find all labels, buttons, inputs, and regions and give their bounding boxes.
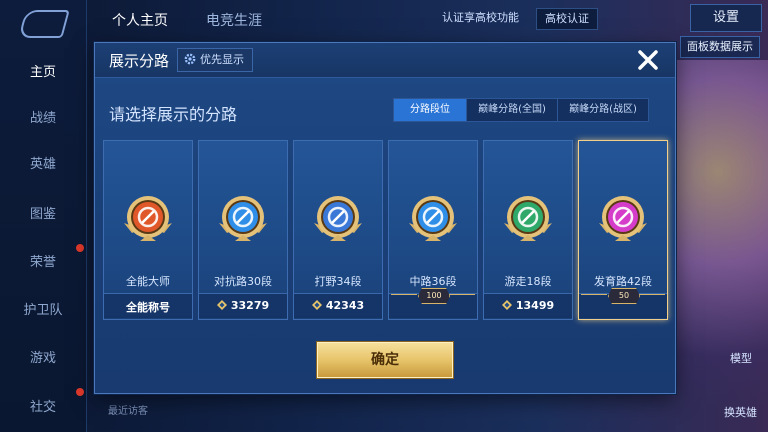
lane-card-footer: 42343 — [294, 293, 382, 318]
lane-card-footer: 100 — [389, 288, 477, 318]
clash-lane-emblem-icon — [219, 196, 267, 241]
lane-card-value: 33279 — [199, 299, 287, 312]
lane-card-footer: 33279 — [199, 293, 287, 318]
power-points-icon — [311, 300, 322, 310]
power-points-icon — [501, 300, 512, 310]
panel-data-button[interactable]: 面板数据展示 — [680, 36, 760, 58]
lane-card[interactable]: 全能大师 全能称号 — [103, 140, 193, 320]
model-label[interactable]: 模型 — [730, 350, 752, 366]
lane-card-name: 发育路42段 — [594, 275, 652, 288]
verify-text[interactable]: 认证享高校功能 — [434, 8, 527, 28]
sidebar-item-games[interactable]: 游戏 — [0, 344, 86, 374]
lane-card-value-text: 33279 — [230, 299, 270, 312]
lane-card[interactable]: 中路36段 100 — [388, 140, 478, 320]
lane-card[interactable]: 发育路42段 50 — [578, 140, 668, 320]
sidebar: 主页 战绩 英雄 图鉴 荣誉 护卫队 游戏 社交 — [0, 0, 87, 432]
roam-emblem-icon — [504, 196, 552, 241]
tab-profile[interactable]: 个人主页 — [112, 10, 168, 30]
lane-card-value: 全能称号 — [104, 299, 192, 315]
badge-wing-left — [581, 294, 607, 295]
filter-tab-peak-national[interactable]: 巅峰分路(全国) — [466, 99, 557, 121]
badge-wing-right — [449, 294, 475, 295]
farm-lane-emblem-icon — [599, 196, 647, 241]
lane-card[interactable]: 打野34段 42343 — [293, 140, 383, 320]
filter-tab-peak-region[interactable]: 巅峰分路(战区) — [557, 99, 648, 121]
power-points-icon — [216, 300, 227, 310]
sidebar-item-guard[interactable]: 护卫队 — [0, 296, 86, 326]
recent-visitors-label: 最近访客 — [108, 406, 148, 417]
rank-star-badge: 50 — [608, 288, 640, 304]
jungle-emblem-icon — [314, 196, 362, 241]
modal-header: 展示分路 优先显示 — [95, 43, 675, 78]
campus-badge[interactable]: 高校认证 — [536, 8, 598, 30]
lane-card-value-text: 全能称号 — [126, 301, 170, 314]
tab-esports[interactable]: 电竞生涯 — [206, 10, 262, 30]
badge-wing-left — [391, 294, 417, 295]
lane-card[interactable]: 对抗路30段 33279 — [198, 140, 288, 320]
lane-card-value-text: 13499 — [515, 299, 555, 312]
lane-card-value-text: 42343 — [325, 299, 365, 312]
sidebar-item-heroes[interactable]: 英雄 — [0, 150, 86, 180]
close-icon[interactable] — [635, 47, 661, 73]
filter-tab-lane-rank[interactable]: 分路段位 — [394, 99, 466, 121]
lane-display-modal: 展示分路 优先显示 请选择展示的分路 分路段位 巅峰分路(全国) 巅峰分路(战区… — [94, 42, 676, 394]
modal-subtitle: 请选择展示的分路 — [109, 105, 238, 124]
lane-card-name: 对抗路30段 — [214, 275, 272, 288]
lane-card-name: 全能大师 — [126, 275, 170, 288]
confirm-button[interactable]: 确定 — [317, 342, 453, 378]
sidebar-item-records[interactable]: 战绩 — [0, 104, 86, 134]
rank-star-badge: 100 — [418, 288, 450, 304]
lane-card-footer: 50 — [579, 288, 667, 318]
lane-card-name: 打野34段 — [314, 275, 362, 288]
lane-card-footer: 全能称号 — [104, 293, 192, 318]
settings-button[interactable]: 设置 — [690, 4, 762, 32]
lane-card-name: 游走18段 — [504, 275, 552, 288]
priority-display-button[interactable]: 优先显示 — [177, 48, 253, 72]
sidebar-item-codex[interactable]: 图鉴 — [0, 200, 86, 230]
modal-title: 展示分路 — [109, 52, 170, 70]
back-button[interactable] — [18, 10, 70, 38]
lane-card-footer: 13499 — [484, 293, 572, 318]
hero-artwork — [668, 60, 768, 432]
sidebar-item-home[interactable]: 主页 — [0, 58, 86, 88]
lane-card[interactable]: 游走18段 13499 — [483, 140, 573, 320]
priority-display-label: 优先显示 — [200, 53, 244, 66]
all-round-emblem-icon — [124, 196, 172, 241]
filter-tabs: 分路段位 巅峰分路(全国) 巅峰分路(战区) — [393, 98, 649, 122]
lane-card-name: 中路36段 — [409, 275, 457, 288]
switch-hero-label[interactable]: 换英雄 — [724, 404, 757, 420]
gear-icon — [184, 53, 196, 65]
sidebar-item-social[interactable]: 社交 — [0, 393, 86, 423]
badge-wing-right — [639, 294, 665, 295]
lane-card-value: 42343 — [294, 299, 382, 312]
mid-lane-emblem-icon — [409, 196, 457, 241]
sidebar-item-honor[interactable]: 荣誉 — [0, 248, 86, 278]
lane-card-value: 13499 — [484, 299, 572, 312]
